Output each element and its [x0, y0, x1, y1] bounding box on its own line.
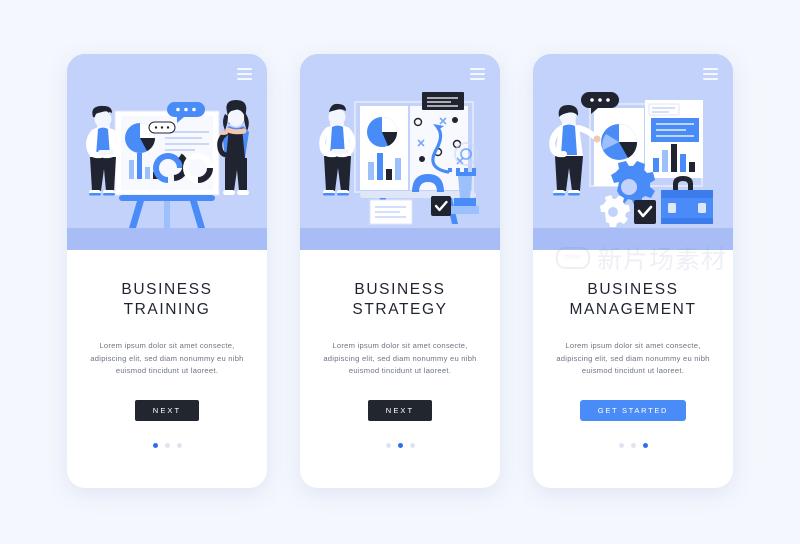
card-description: Lorem ipsum dolor sit amet consecte, adi… — [323, 341, 477, 376]
card-body: BUSINESS TRAINING Lorem ipsum dolor sit … — [67, 280, 267, 448]
pagination-dot[interactable] — [618, 442, 624, 448]
card-body: BUSINESS STRATEGY Lorem ipsum dolor sit … — [300, 280, 500, 448]
page-title: BUSINESS STRATEGY — [314, 280, 486, 320]
illustration-business-strategy — [300, 54, 500, 250]
title-line-1: BUSINESS — [587, 281, 679, 298]
speech-bubble-small — [148, 121, 176, 134]
get-started-button[interactable]: GET STARTED — [579, 399, 687, 421]
pie-chart-icon — [367, 117, 398, 147]
check-badge-icon — [431, 196, 451, 216]
onboarding-card-business-strategy: BUSINESS STRATEGY Lorem ipsum dolor sit … — [300, 54, 500, 488]
business-strategy-artwork — [300, 54, 500, 250]
next-button[interactable]: NEXT — [367, 399, 433, 421]
business-management-artwork — [533, 54, 733, 250]
pagination-dot[interactable] — [385, 442, 391, 448]
illustration-business-training — [67, 54, 267, 250]
pagination-dot[interactable] — [409, 442, 415, 448]
onboarding-card-business-management: BUSINESS MANAGEMENT Lorem ipsum dolor si… — [533, 54, 733, 488]
page-title: BUSINESS TRAINING — [81, 280, 253, 320]
card-description: Lorem ipsum dolor sit amet consecte, adi… — [90, 341, 244, 376]
pagination-dot[interactable] — [630, 442, 636, 448]
hamburger-icon[interactable] — [703, 68, 718, 80]
title-line-2: MANAGEMENT — [569, 301, 697, 318]
pagination-dot[interactable] — [397, 442, 403, 448]
title-line-2: TRAINING — [123, 301, 211, 318]
title-line-2: STRATEGY — [352, 301, 448, 318]
pagination-dot[interactable] — [642, 442, 648, 448]
pagination-dot[interactable] — [164, 442, 170, 448]
document-icon — [369, 199, 413, 225]
hamburger-icon[interactable] — [237, 68, 252, 80]
pagination-dots — [314, 442, 486, 448]
pie-chart-icon — [601, 124, 638, 160]
next-button[interactable]: NEXT — [134, 399, 200, 421]
pagination-dot[interactable] — [176, 442, 182, 448]
title-line-1: BUSINESS — [121, 281, 213, 298]
pagination-dots — [547, 442, 719, 448]
card-description: Lorem ipsum dolor sit amet consecte, adi… — [556, 341, 710, 376]
card-body: BUSINESS MANAGEMENT Lorem ipsum dolor si… — [533, 280, 733, 448]
pagination-dot[interactable] — [152, 442, 158, 448]
pagination-dots — [81, 442, 253, 448]
business-training-artwork — [67, 54, 267, 250]
onboarding-screens-stage: BUSINESS TRAINING Lorem ipsum dolor sit … — [0, 0, 800, 544]
illustration-business-management — [533, 54, 733, 250]
title-line-1: BUSINESS — [354, 281, 446, 298]
onboarding-card-business-training: BUSINESS TRAINING Lorem ipsum dolor sit … — [67, 54, 267, 488]
hamburger-icon[interactable] — [470, 68, 485, 80]
page-title: BUSINESS MANAGEMENT — [547, 280, 719, 320]
check-badge-icon — [634, 200, 656, 224]
